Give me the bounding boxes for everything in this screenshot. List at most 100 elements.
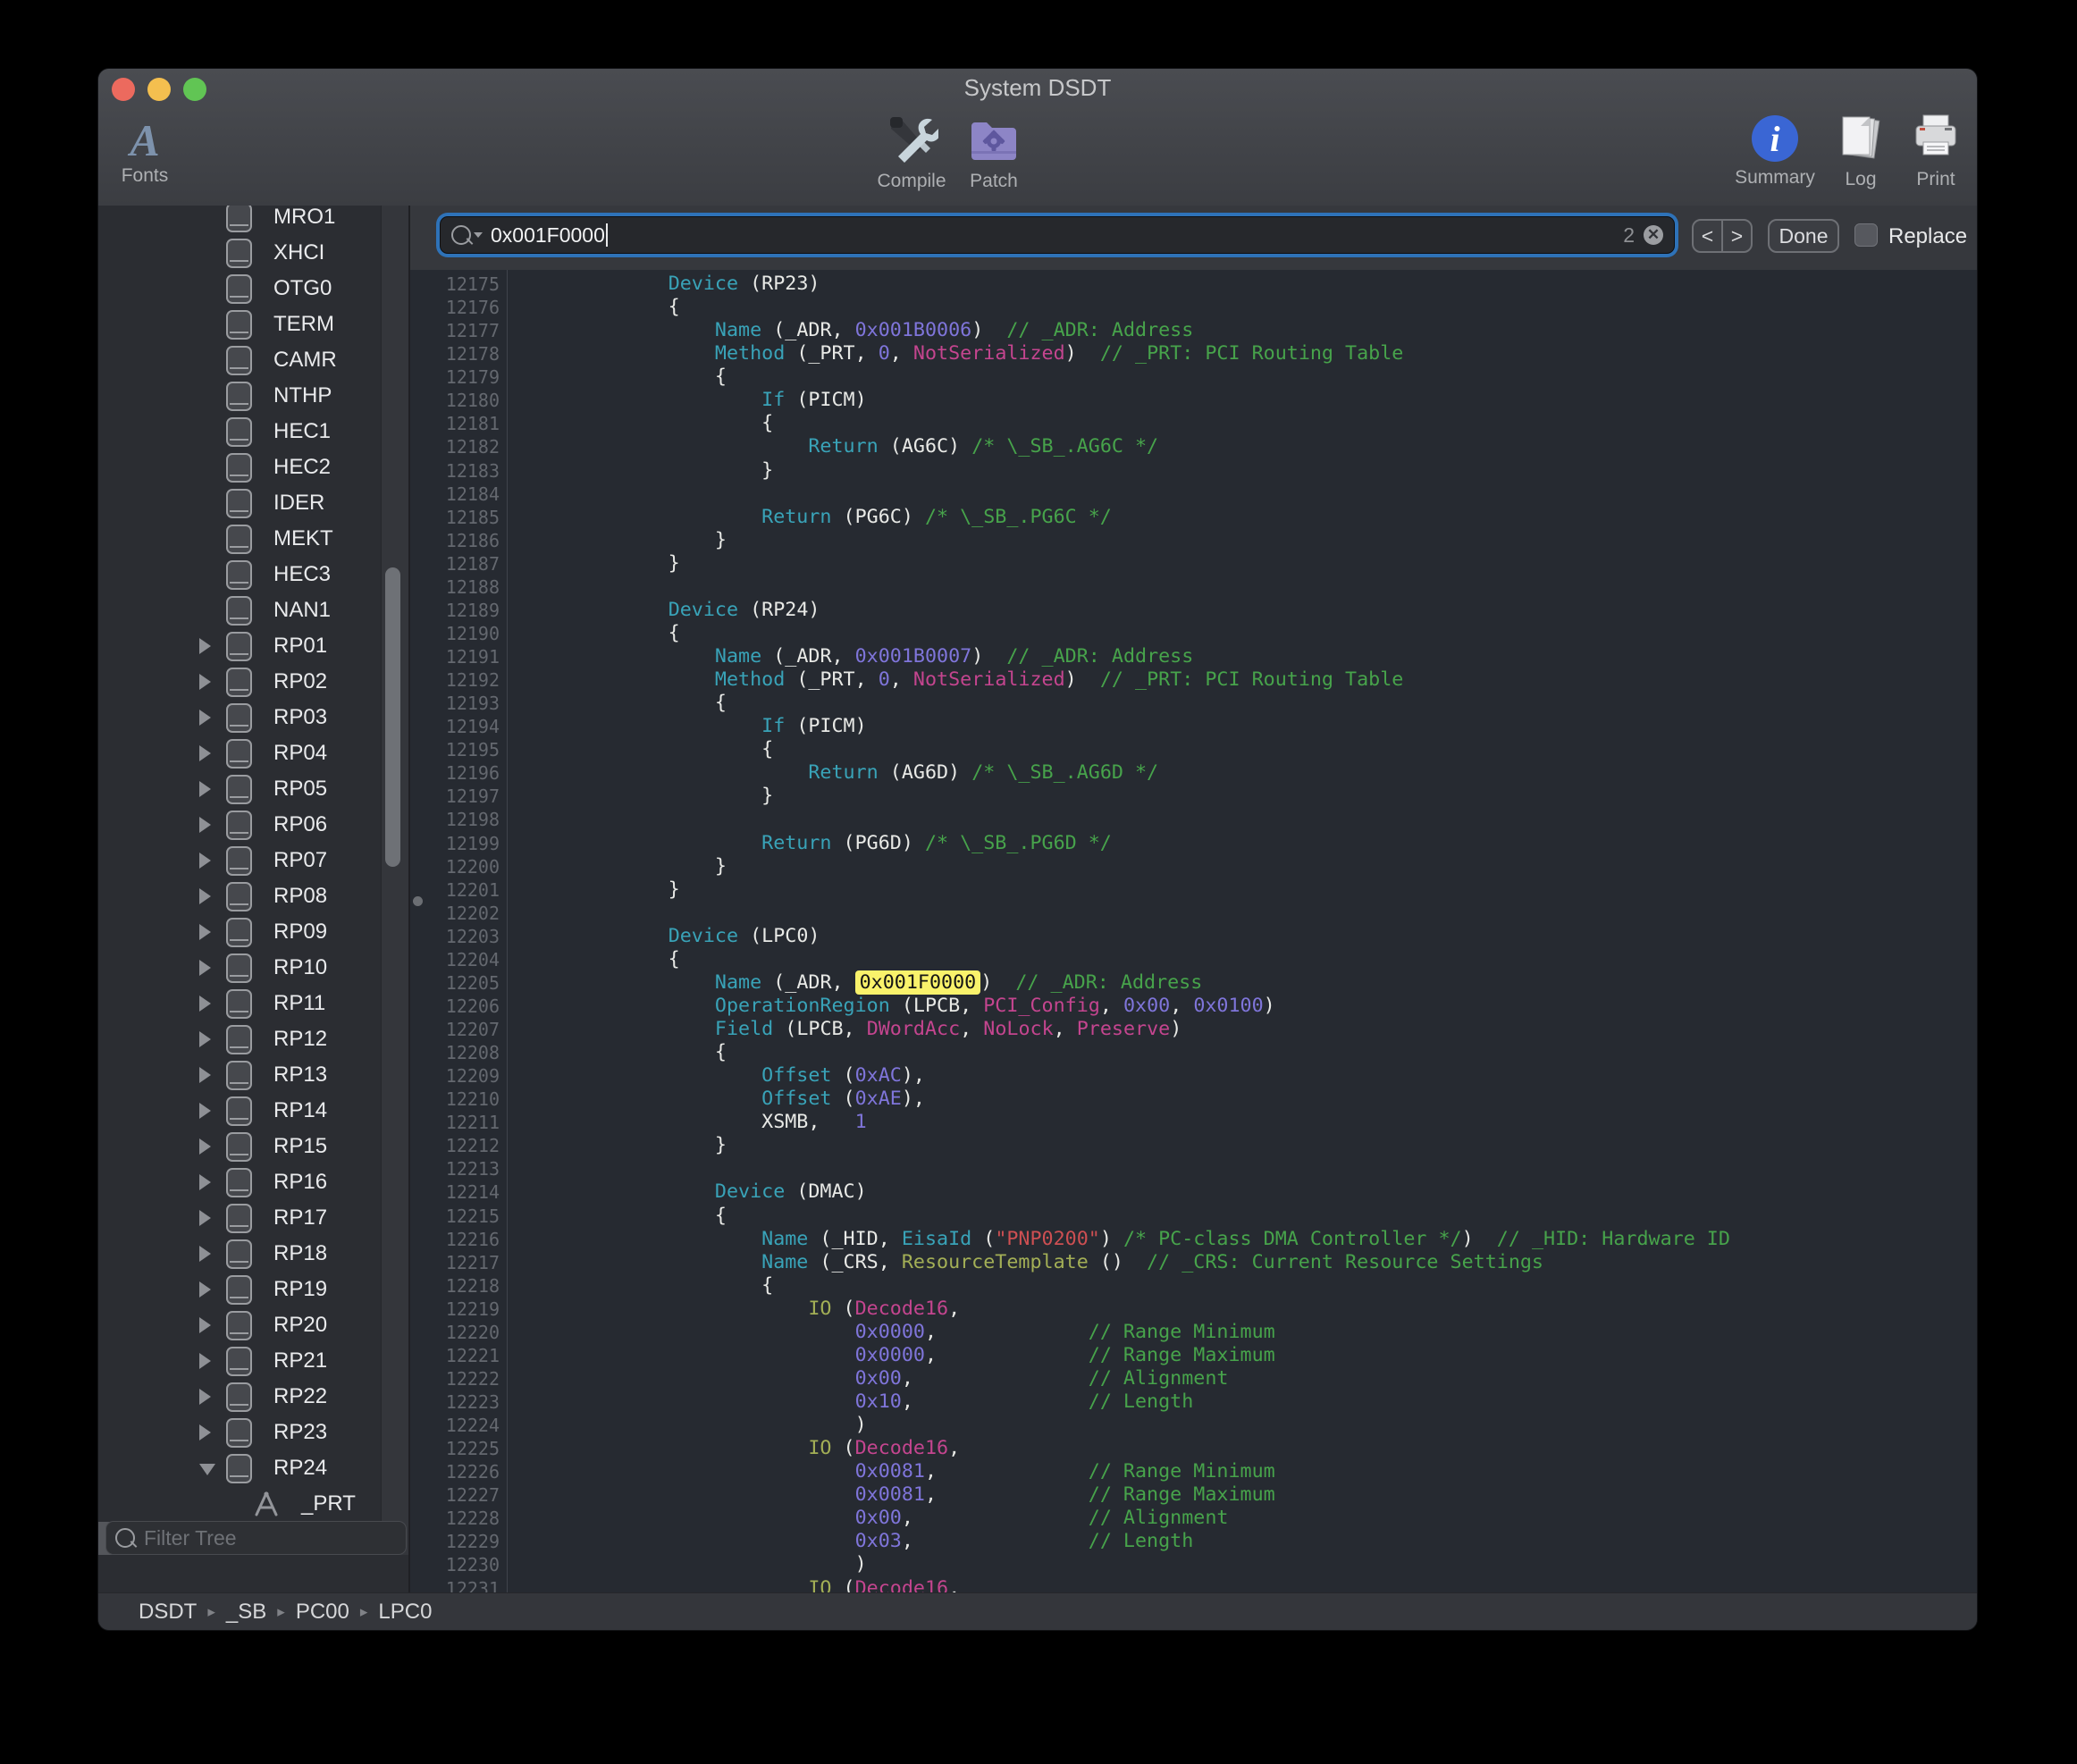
sidebar-item-rp19[interactable]: RP19 — [98, 1272, 408, 1307]
chevron-right-icon[interactable] — [199, 960, 226, 976]
chevron-right-icon[interactable] — [199, 781, 226, 797]
chevron-right-icon[interactable] — [199, 888, 226, 904]
sidebar-item-rp15[interactable]: RP15 — [98, 1129, 408, 1164]
sidebar-item-mekt[interactable]: MEKT — [98, 521, 408, 557]
sidebar-item-rp23[interactable]: RP23 — [98, 1415, 408, 1450]
sidebar-item-rp18[interactable]: RP18 — [98, 1236, 408, 1272]
device-icon — [226, 846, 252, 876]
chevron-right-icon[interactable] — [199, 1424, 226, 1441]
sidebar-item-rp03[interactable]: RP03 — [98, 700, 408, 735]
chevron-right-icon[interactable] — [199, 924, 226, 940]
filter-tree-input[interactable]: Filter Tree — [105, 1521, 407, 1555]
device-icon — [226, 1275, 252, 1305]
sidebar-item-rp16[interactable]: RP16 — [98, 1164, 408, 1200]
sidebar-item-term[interactable]: TERM — [98, 307, 408, 342]
sidebar-item-rp11[interactable]: RP11 — [98, 986, 408, 1021]
sidebar-scrollbar-track[interactable] — [381, 206, 408, 1555]
fonts-button[interactable]: A Fonts — [104, 119, 186, 187]
sidebar-item-hec3[interactable]: HEC3 — [98, 557, 408, 592]
sidebar-item-rp22[interactable]: RP22 — [98, 1379, 408, 1415]
line-number: 12210 — [410, 1088, 507, 1111]
clear-search-button[interactable]: ✕ — [1644, 225, 1663, 245]
chevron-right-icon[interactable] — [199, 817, 226, 833]
sidebar-item-hec1[interactable]: HEC1 — [98, 414, 408, 449]
search-options-chevron-icon[interactable] — [474, 232, 483, 238]
code-line: If (PICM) — [528, 389, 1977, 412]
sidebar-item-rp06[interactable]: RP06 — [98, 807, 408, 843]
chevron-right-icon[interactable] — [199, 1246, 226, 1262]
disclosure-triangle — [199, 1424, 211, 1441]
breadcrumb-item-lpc0[interactable]: LPC0 — [378, 1600, 432, 1625]
line-number: 12219 — [410, 1298, 507, 1321]
sidebar-item-rp13[interactable]: RP13 — [98, 1057, 408, 1093]
chevron-right-icon[interactable] — [199, 710, 226, 726]
find-previous-button[interactable]: < — [1694, 221, 1721, 251]
line-number: 12229 — [410, 1530, 507, 1553]
chevron-right-icon[interactable] — [199, 1067, 226, 1083]
chevron-right-icon[interactable] — [199, 853, 226, 869]
chevron-right-icon[interactable] — [199, 1353, 226, 1369]
sidebar-item-rp04[interactable]: RP04 — [98, 735, 408, 771]
line-number: 12198 — [410, 808, 507, 831]
chevron-right-icon[interactable] — [199, 1031, 226, 1047]
sidebar-item-rp08[interactable]: RP08 — [98, 878, 408, 914]
find-next-button[interactable]: > — [1723, 221, 1751, 251]
chevron-right-icon[interactable] — [199, 1103, 226, 1119]
chevron-right-icon[interactable] — [199, 674, 226, 690]
sidebar-item-otg0[interactable]: OTG0 — [98, 271, 408, 307]
compile-button[interactable]: Compile — [870, 113, 953, 192]
chevron-right-icon[interactable] — [199, 1389, 226, 1405]
chevron-right-icon[interactable] — [199, 1174, 226, 1190]
sidebar-item-rp07[interactable]: RP07 — [98, 843, 408, 878]
chevron-down-icon[interactable] — [199, 1461, 226, 1475]
print-printer-icon — [1909, 113, 1963, 165]
sidebar-item-rp10[interactable]: RP10 — [98, 950, 408, 986]
chevron-right-icon[interactable] — [199, 745, 226, 761]
chevron-right-icon[interactable] — [199, 1281, 226, 1298]
sidebar-item-rp01[interactable]: RP01 — [98, 628, 408, 664]
sidebar-item-label: RP23 — [273, 1420, 327, 1445]
print-button[interactable]: Print — [1895, 113, 1977, 190]
chevron-right-icon[interactable] — [199, 995, 226, 1012]
log-button[interactable]: Log — [1820, 113, 1902, 190]
breadcrumb-item-pc00[interactable]: PC00 — [296, 1600, 349, 1625]
pane-divider-handle[interactable] — [413, 896, 423, 906]
breadcrumb: DSDT▸_SB▸PC00▸LPC0 — [98, 1592, 1977, 1630]
chevron-right-icon[interactable] — [199, 1138, 226, 1155]
sidebar-item-camr[interactable]: CAMR — [98, 342, 408, 378]
breadcrumb-item-dsdt[interactable]: DSDT — [139, 1600, 197, 1625]
find-input[interactable]: 0x001F0000 2 ✕ — [441, 217, 1674, 253]
patch-button[interactable]: Patch — [953, 113, 1035, 192]
sidebar-item-rp12[interactable]: RP12 — [98, 1021, 408, 1057]
chevron-right-icon[interactable] — [199, 638, 226, 654]
sidebar-scrollbar-thumb[interactable] — [385, 567, 400, 867]
sidebar-item-rp24[interactable]: RP24 — [98, 1450, 408, 1486]
sidebar-item-nthp[interactable]: NTHP — [98, 378, 408, 414]
breadcrumb-item-_sb[interactable]: _SB — [226, 1600, 266, 1625]
sidebar-item-rp09[interactable]: RP09 — [98, 914, 408, 950]
code-line: IO (Decode16, — [528, 1577, 1977, 1594]
sidebar-item-hec2[interactable]: HEC2 — [98, 449, 408, 485]
code-editor[interactable]: 1217512176121771217812179121801218112182… — [410, 270, 1977, 1593]
summary-button[interactable]: i Summary — [1734, 113, 1816, 189]
chevron-right-icon[interactable] — [199, 1210, 226, 1226]
sidebar-item-rp21[interactable]: RP21 — [98, 1343, 408, 1379]
sidebar-item-rp14[interactable]: RP14 — [98, 1093, 408, 1129]
sidebar-item-nan1[interactable]: NAN1 — [98, 592, 408, 628]
sidebar-item-xhci[interactable]: XHCI — [98, 235, 408, 271]
sidebar-item-label: RP20 — [273, 1313, 327, 1338]
sidebar-item-rp17[interactable]: RP17 — [98, 1200, 408, 1236]
device-icon — [226, 525, 252, 554]
done-button[interactable]: Done — [1768, 219, 1839, 253]
sidebar-item-rp02[interactable]: RP02 — [98, 664, 408, 700]
sidebar-item-label: RP08 — [273, 884, 327, 909]
code-line: { — [528, 622, 1977, 645]
sidebar-item-rp05[interactable]: RP05 — [98, 771, 408, 807]
chevron-right-icon[interactable] — [199, 1317, 226, 1333]
sidebar-item-_prt[interactable]: _PRT — [98, 1486, 408, 1522]
replace-checkbox[interactable] — [1854, 223, 1878, 247]
code-line: IO (Decode16, — [528, 1298, 1977, 1321]
sidebar-item-ider[interactable]: IDER — [98, 485, 408, 521]
sidebar-item-mro1[interactable]: MRO1 — [98, 206, 408, 235]
sidebar-item-rp20[interactable]: RP20 — [98, 1307, 408, 1343]
